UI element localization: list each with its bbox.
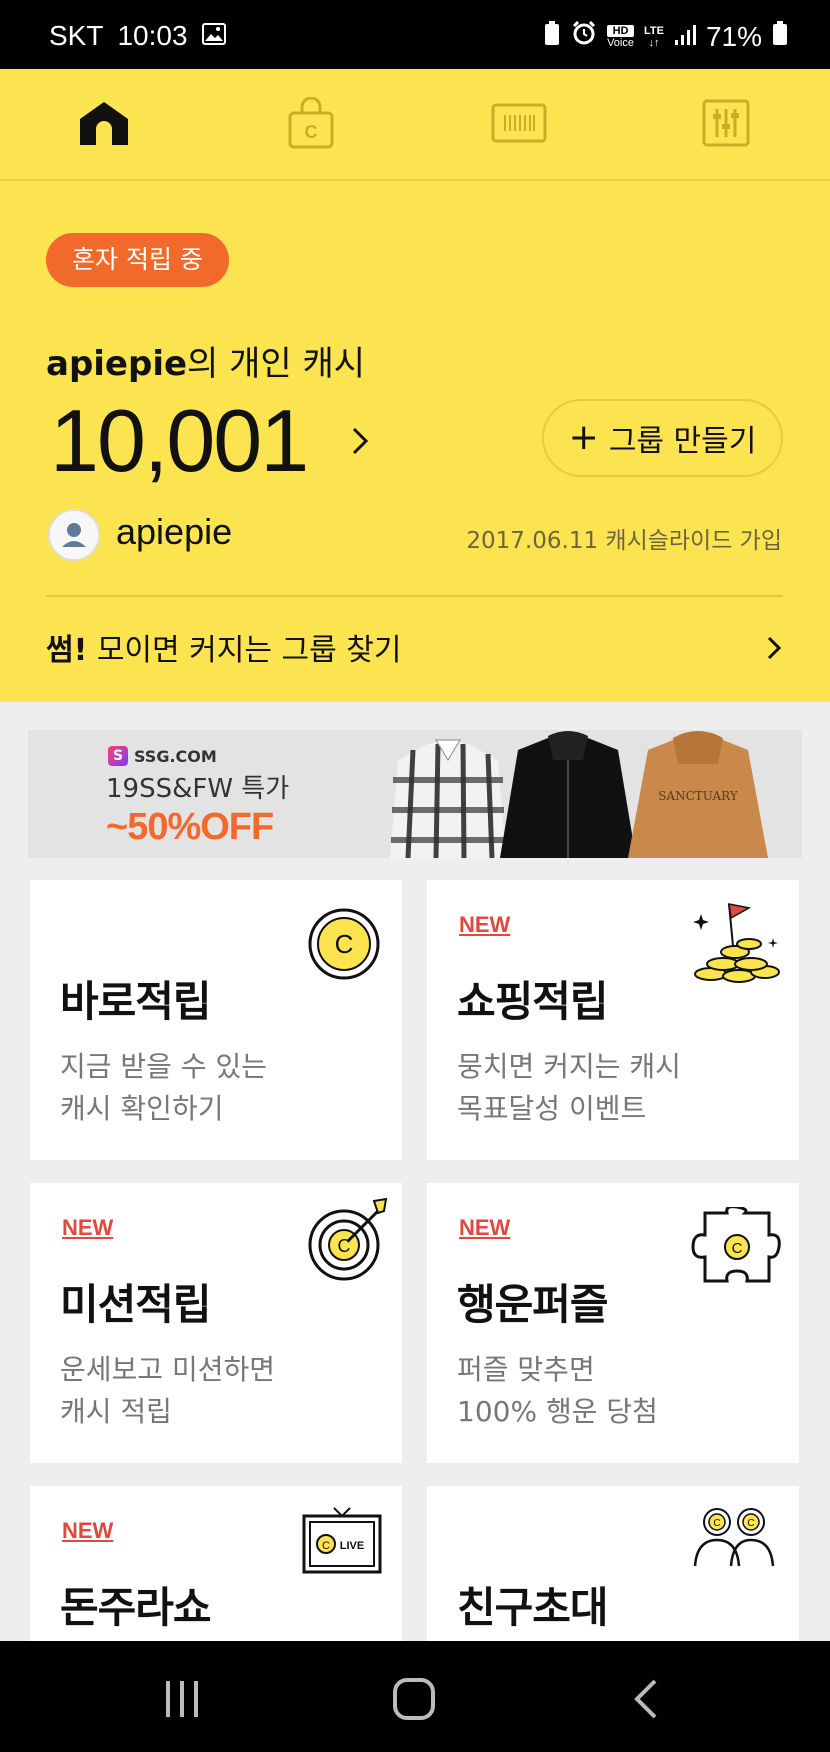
new-label: NEW xyxy=(459,912,511,937)
carrier-label: SKT xyxy=(49,20,104,51)
ad-banner[interactable]: S SSG.COM 19SS&FW 특가 ~50%OFF SANCTUARY xyxy=(28,730,802,858)
home-nav-button[interactable] xyxy=(384,1669,444,1729)
card-desc-line-1: 퍼즐 맞추면 xyxy=(457,1353,595,1386)
card-lucky-puzzle[interactable]: NEW 행운퍼즐 퍼즐 맞추면 100% 행운 당첨 C xyxy=(427,1183,799,1463)
card-instant-earn[interactable]: 바로적립 지금 받을 수 있는 캐시 확인하기 C xyxy=(30,880,402,1160)
home-nav-icon xyxy=(393,1678,435,1720)
puzzle-icon: C xyxy=(691,1207,781,1283)
live-label: LIVE xyxy=(340,1540,364,1552)
top-tab-bar: C xyxy=(0,69,830,181)
voice-label: Voice xyxy=(607,36,634,49)
divider xyxy=(46,595,783,597)
card-money-show[interactable]: NEW 돈주라쇼 C LIVE xyxy=(30,1486,402,1641)
image-notification-icon xyxy=(201,20,226,52)
shopping-bag-icon: C xyxy=(288,97,334,149)
clock: 10:03 xyxy=(117,20,188,51)
card-description: 뭉치면 커지는 캐시 목표달성 이벤트 xyxy=(457,1046,681,1130)
ssg-logo-icon: S xyxy=(108,746,128,766)
card-mission-earn[interactable]: NEW 미션적립 운세보고 미션하면 캐시 적립 C xyxy=(30,1183,402,1463)
lte-icon: LTE ↓↑ xyxy=(643,24,664,49)
svg-text:SANCTUARY: SANCTUARY xyxy=(658,789,739,803)
card-desc-line-2: 목표달성 이벤트 xyxy=(457,1092,647,1125)
tab-shop[interactable]: C xyxy=(281,93,341,153)
card-title: 돈주라쇼 xyxy=(60,1583,212,1632)
create-group-button[interactable]: + 그룹 만들기 xyxy=(542,399,783,477)
live-tv-icon: C LIVE xyxy=(302,1507,382,1574)
coin-pile-flag-icon xyxy=(693,903,780,983)
card-description: 퍼즐 맞추면 100% 행운 당첨 xyxy=(457,1349,658,1433)
signal-icon xyxy=(674,21,696,53)
join-date: 2017.06.11 캐시슬라이드 가입 xyxy=(466,528,782,554)
battery-percent: 71% xyxy=(705,20,762,52)
banner-brand-label: SSG.COM xyxy=(134,746,217,766)
banner-clothing-image: SANCTUARY xyxy=(390,731,768,858)
owner-name: apiepie xyxy=(46,344,188,384)
avatar[interactable] xyxy=(48,509,100,561)
battery-icon xyxy=(772,20,788,53)
recent-apps-button[interactable] xyxy=(152,1669,212,1729)
banner-brand: S SSG.COM xyxy=(108,746,217,766)
find-group-link[interactable]: 썸! 모이면 커지는 그룹 찾기 xyxy=(46,625,401,669)
user-icon xyxy=(50,511,98,559)
sliders-icon xyxy=(702,99,750,147)
svg-text:C: C xyxy=(305,122,318,142)
status-bar: SKT 10:03 HD Voice LTE ↓↑ 71% xyxy=(0,0,830,69)
cash-amount[interactable]: 10,001 xyxy=(50,391,309,491)
recent-apps-icon xyxy=(166,1681,198,1717)
target-icon: C xyxy=(308,1197,388,1281)
svg-text:C: C xyxy=(732,1240,743,1257)
card-description: 운세보고 미션하면 캐시 적립 xyxy=(60,1349,275,1433)
owner-suffix: 의 개인 캐시 xyxy=(187,344,366,384)
create-group-label: 그룹 만들기 xyxy=(608,424,757,459)
card-description: 지금 받을 수 있는 캐시 확인하기 xyxy=(60,1046,267,1130)
banner-discount: ~50%OFF xyxy=(106,806,274,848)
tab-home[interactable] xyxy=(74,93,134,153)
card-title: 행운퍼즐 xyxy=(457,1280,609,1329)
find-group-bold: 썸! xyxy=(46,633,88,668)
card-title: 미션적립 xyxy=(60,1280,212,1329)
new-label: NEW xyxy=(62,1215,114,1240)
card-shopping-earn[interactable]: NEW 쇼핑적립 뭉치면 커지는 캐시 목표달성 이벤트 xyxy=(427,880,799,1160)
coin-icon: C xyxy=(308,908,380,980)
tab-barcode[interactable] xyxy=(489,93,549,153)
banner-title: 19SS&FW 특가 xyxy=(106,774,290,804)
svg-text:C: C xyxy=(322,1540,330,1552)
alarm-icon xyxy=(571,20,597,53)
find-group-text: 모이면 커지는 그룹 찾기 xyxy=(87,633,402,668)
back-icon xyxy=(634,1679,657,1719)
chevron-right-icon[interactable] xyxy=(348,421,374,461)
card-desc-line-2: 100% 행운 당첨 xyxy=(457,1395,658,1428)
home-icon xyxy=(80,102,128,145)
cash-summary: 혼자 적립 중 apiepie의 개인 캐시 10,001 + 그룹 만들기 a… xyxy=(0,181,830,702)
cash-owner-line: apiepie의 개인 캐시 xyxy=(46,336,365,385)
card-desc-line-1: 뭉치면 커지는 캐시 xyxy=(457,1050,681,1083)
lte-label: LTE xyxy=(643,24,664,37)
card-desc-line-2: 캐시 확인하기 xyxy=(60,1092,224,1125)
svg-text:C: C xyxy=(713,1518,720,1529)
back-button[interactable] xyxy=(616,1669,676,1729)
card-title: 쇼핑적립 xyxy=(457,977,609,1026)
card-desc-line-1: 지금 받을 수 있는 xyxy=(60,1050,268,1083)
plus-icon: + xyxy=(568,417,599,458)
username: apiepie xyxy=(116,511,233,552)
card-invite-friends[interactable]: 친구초대 C C xyxy=(427,1486,799,1641)
battery-saver-icon xyxy=(543,20,561,53)
card-title: 바로적립 xyxy=(60,977,212,1026)
barcode-icon xyxy=(491,103,547,143)
svg-text:C: C xyxy=(335,929,354,959)
hd-voice-icon: HD Voice xyxy=(607,24,634,49)
card-desc-line-1: 운세보고 미션하면 xyxy=(60,1353,275,1386)
svg-text:C: C xyxy=(747,1518,754,1529)
hd-label: HD xyxy=(607,24,634,37)
new-label: NEW xyxy=(62,1518,114,1543)
card-desc-line-2: 캐시 적립 xyxy=(60,1395,172,1428)
chevron-right-icon[interactable] xyxy=(765,632,785,664)
app-screen: C 혼자 적립 중 apiepie의 개인 캐시 10,001 + 그룹 만들기… xyxy=(0,69,830,1641)
status-badge: 혼자 적립 중 xyxy=(46,233,229,287)
card-title: 친구초대 xyxy=(457,1583,609,1632)
friends-icon: C C xyxy=(693,1508,775,1567)
system-nav-bar xyxy=(0,1641,830,1752)
new-label: NEW xyxy=(459,1215,511,1240)
tab-settings[interactable] xyxy=(696,93,756,153)
